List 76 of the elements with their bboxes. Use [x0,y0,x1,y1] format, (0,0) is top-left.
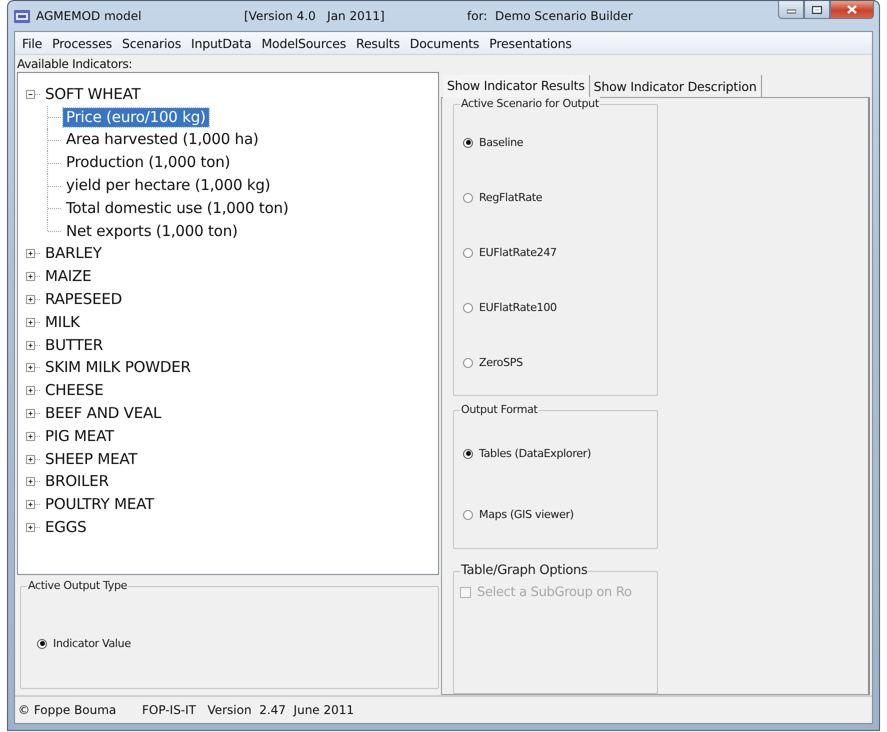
option-label: Maps (GIS viewer) [479,508,574,521]
option-label: RegFlatRate [479,191,542,204]
tree-item[interactable]: Area harvested (1,000 ha) [63,130,262,150]
group-title: Active Output Type [27,579,128,592]
copyright-text: © Foppe Bouma [18,703,118,717]
minimize-button[interactable] [778,1,804,19]
tree-item[interactable]: PIG MEAT [42,426,117,446]
radio-indicator[interactable] [463,248,473,258]
expand-icon[interactable] [26,295,35,304]
app-icon [14,10,30,22]
tree-item[interactable]: Price (euro/100 kg) [63,108,209,127]
expand-icon[interactable] [26,318,35,327]
menu-item[interactable]: Presentations [484,34,577,52]
expand-icon[interactable] [26,249,35,258]
scenario-label: for: Demo Scenario Builder [467,9,633,23]
expand-icon[interactable] [26,363,35,372]
expand-icon[interactable] [26,477,35,486]
tab[interactable]: Show Indicator Description [590,75,762,97]
expand-icon[interactable] [26,454,35,464]
radio-indicator[interactable] [463,510,473,520]
option-label: EUFlatRate100 [479,301,557,314]
window-title: AGMEMOD model [36,9,142,23]
tree-item[interactable]: RAPESEED [42,290,126,310]
menu-item[interactable]: ModelSources [256,34,352,52]
expand-icon[interactable] [26,409,35,418]
expand-icon[interactable] [26,272,35,282]
tree-item[interactable]: yield per hectare (1,000 kg) [63,176,274,196]
tree-item[interactable]: MAIZE [42,267,94,286]
tree-item[interactable]: BARLEY [42,244,105,264]
radio-indicator[interactable] [463,138,473,148]
tree-item[interactable]: MILK [42,312,83,332]
maximize-button[interactable] [804,1,830,19]
close-button[interactable] [830,1,874,19]
group-title: Output Format [460,403,539,416]
radio-indicator[interactable] [463,448,473,458]
tree-item[interactable]: SOFT WHEAT [42,84,144,104]
option-label: Indicator Value [53,637,131,650]
radio-indicator[interactable] [37,638,47,648]
menu-item[interactable]: Scenarios [116,34,186,52]
tree-item[interactable]: SHEEP MEAT [42,450,140,469]
radio-indicator[interactable] [463,358,473,368]
panel-label: Available Indicators: [17,57,134,71]
option-label: ZeroSPS [479,356,523,369]
tree-item[interactable]: SKIM MILK POWDER [42,358,194,378]
expand-icon[interactable] [26,523,35,532]
tree-item[interactable]: Total domestic use (1,000 ton) [63,198,292,218]
menu-item[interactable]: InputData [186,34,256,52]
close-icon [847,5,857,14]
expand-icon[interactable] [26,386,35,396]
tree-item[interactable]: Net exports (1,000 ton) [63,222,241,241]
expand-icon[interactable] [26,500,35,510]
tab[interactable]: Show Indicator Results [443,75,590,98]
option-label: Tables (DataExplorer) [479,447,592,460]
tree-item[interactable]: CHEESE [42,381,107,400]
radio-indicator[interactable] [463,192,473,202]
maximize-icon [812,6,822,14]
radio-indicator[interactable] [463,302,473,312]
tree-item[interactable]: Production (1,000 ton) [63,153,234,172]
expand-icon[interactable] [26,340,35,350]
option-label: EUFlatRate247 [479,246,557,259]
group-title: Active Scenario for Output [460,97,600,110]
tree-item[interactable]: EGGS [42,518,90,538]
tree-item[interactable]: BROILER [42,472,112,492]
menu-item[interactable]: File [17,34,48,52]
version-text: FOP-IS-IT Version 2.47 June 2011 [142,703,354,717]
expand-icon[interactable] [26,432,35,441]
tree-item[interactable]: BEEF AND VEAL [42,404,164,424]
group-title: Table/Graph Options [460,563,588,578]
menu-item[interactable]: Documents [404,34,484,52]
tree-item[interactable]: POULTRY MEAT [42,495,157,514]
collapse-icon[interactable] [26,90,35,99]
menu-item[interactable]: Processes [47,34,117,52]
version-label: [Version 4.0 Jan 2011] [244,9,386,23]
tree-item[interactable]: BUTTER [42,336,106,355]
option-label: Baseline [479,136,524,149]
menu-item[interactable]: Results [351,34,405,52]
